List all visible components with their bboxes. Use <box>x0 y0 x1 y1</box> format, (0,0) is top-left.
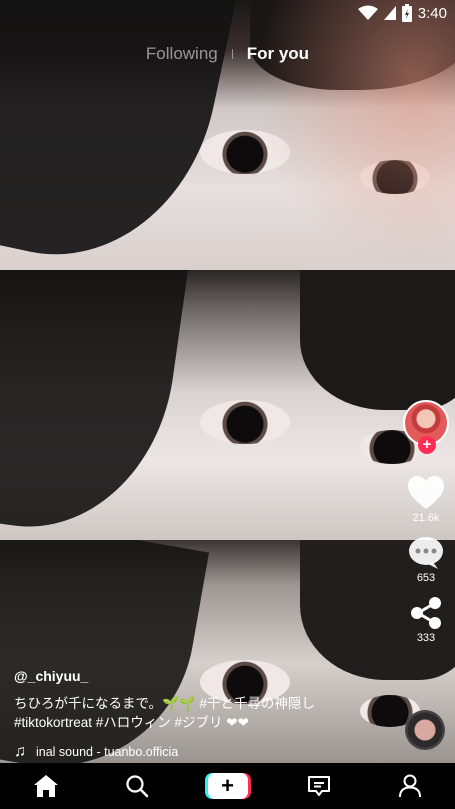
action-rail: + 21.6k 653 333 <box>400 400 452 656</box>
creator-avatar-button[interactable]: + <box>403 400 449 454</box>
video-frame-middle <box>0 270 455 540</box>
comment-count: 653 <box>416 572 436 584</box>
create-button[interactable]: + <box>204 773 251 799</box>
tab-following[interactable]: Following <box>146 44 218 64</box>
music-note-icon: ♫ <box>14 743 26 760</box>
share-button[interactable]: 333 <box>409 596 443 644</box>
video-player[interactable] <box>0 0 455 763</box>
tab-for-you[interactable]: For you <box>247 44 309 64</box>
search-icon[interactable] <box>125 774 149 798</box>
nav-discover[interactable] <box>107 763 167 809</box>
profile-icon[interactable] <box>398 774 421 798</box>
wifi-icon <box>357 5 378 20</box>
like-button[interactable]: 21.6k <box>408 476 444 524</box>
nav-inbox[interactable] <box>289 763 349 809</box>
post-caption: @_chiyuu_ ちひろが千になるまで。🌱🌱 #千と千尋の神隠し #tikto… <box>14 668 394 761</box>
nav-profile[interactable] <box>380 763 440 809</box>
nav-home[interactable] <box>16 763 76 809</box>
follow-button[interactable]: + <box>418 436 436 454</box>
creator-username[interactable]: @_chiyuu_ <box>14 668 394 684</box>
video-frame-top <box>0 0 455 270</box>
share-count: 333 <box>416 632 436 644</box>
heart-icon[interactable] <box>408 476 444 510</box>
music-disc-button[interactable] <box>405 710 445 750</box>
description-line-1: ちひろが千になるまで。🌱🌱 #千と千尋の神隠し <box>14 696 315 711</box>
feed-tabs: Following For you <box>0 44 455 64</box>
post-description: ちひろが千になるまで。🌱🌱 #千と千尋の神隠し #tiktokortreat #… <box>14 694 394 732</box>
description-line-2[interactable]: #tiktokortreat #ハロウィン #ジブリ ❤❤ <box>14 713 394 732</box>
inbox-icon[interactable] <box>307 774 331 798</box>
bottom-nav: + <box>0 763 455 809</box>
plus-icon[interactable]: + <box>207 773 248 799</box>
status-time: 3:40 <box>417 4 447 22</box>
status-bar: 3:40 <box>0 0 455 26</box>
nav-create[interactable]: + <box>198 763 258 809</box>
battery-icon <box>401 4 412 22</box>
home-icon[interactable] <box>33 774 59 798</box>
comment-button[interactable]: 653 <box>408 536 444 584</box>
like-count: 21.6k <box>412 512 440 524</box>
comment-icon[interactable] <box>408 536 444 570</box>
sound-title[interactable]: inal sound - tuanbo.officia <box>36 745 186 759</box>
signal-icon <box>383 6 396 20</box>
share-icon[interactable] <box>409 596 443 630</box>
tab-divider <box>231 49 233 59</box>
sound-row[interactable]: ♫ inal sound - tuanbo.officia <box>14 743 394 761</box>
